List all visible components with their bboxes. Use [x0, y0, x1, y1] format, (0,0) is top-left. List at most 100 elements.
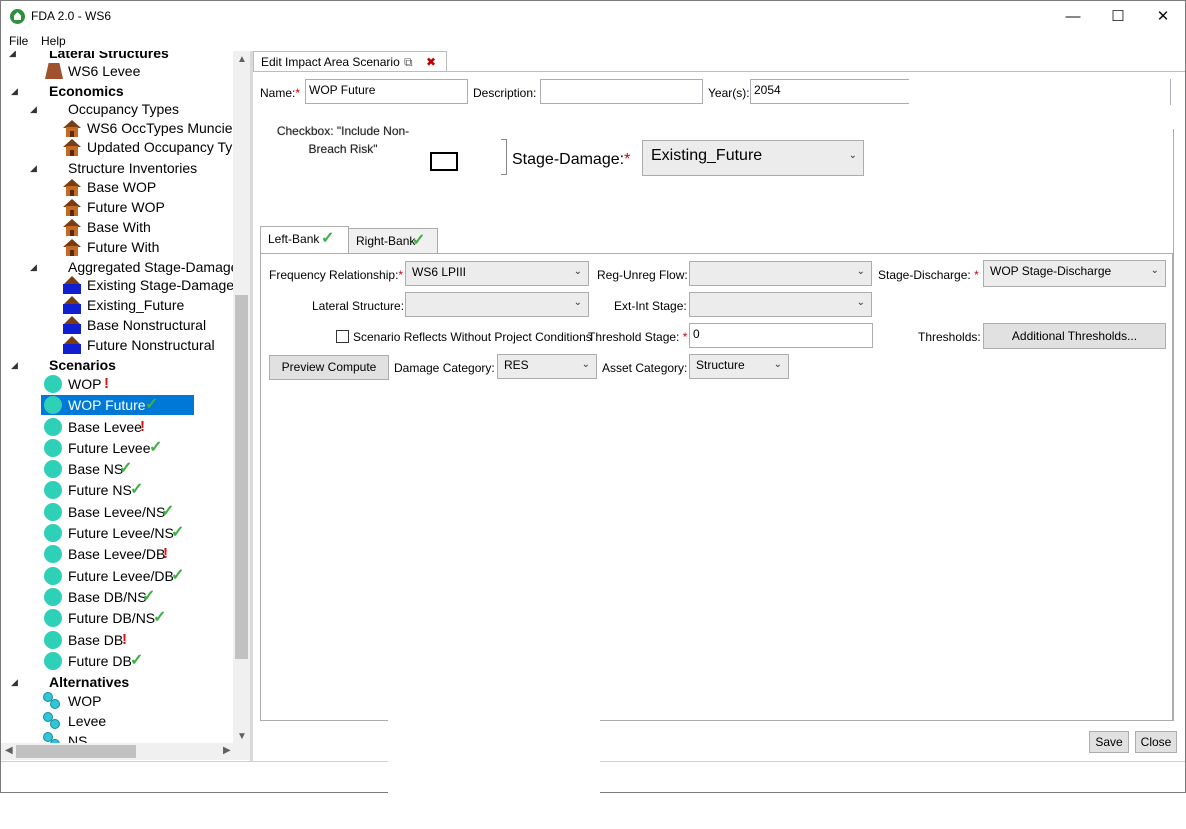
- scenario-icon: [44, 545, 62, 563]
- years-input[interactable]: 2054: [750, 79, 909, 104]
- pane-splitter[interactable]: [250, 51, 253, 761]
- menu-file[interactable]: File: [9, 34, 28, 48]
- threshold-stage-input[interactable]: 0: [689, 323, 873, 348]
- non-breach-risk-checkbox[interactable]: [430, 152, 458, 171]
- tree-item-occtype-2[interactable]: Updated Occupancy Typ: [1, 137, 240, 157]
- chevron-down-icon: ⌄: [573, 297, 582, 308]
- scroll-up-icon[interactable]: ▲: [237, 54, 247, 65]
- scroll-right-icon[interactable]: ▶: [223, 745, 231, 756]
- tree-item-occtype-1[interactable]: WS6 OccTypes MuncieC: [1, 118, 243, 138]
- preview-compute-button[interactable]: Preview Compute: [269, 355, 389, 380]
- tree-item-inventory[interactable]: Future WOP: [1, 197, 233, 217]
- popout-icon[interactable]: ⧉: [404, 52, 413, 72]
- chevron-down-icon: ⌄: [581, 359, 590, 370]
- tree-node-alternatives[interactable]: ◢ Alternatives: [1, 672, 233, 692]
- scroll-thumb[interactable]: [235, 295, 248, 659]
- tree-item-stage-damage[interactable]: Existing_Future: [1, 295, 233, 315]
- tree-item-scenario[interactable]: Future DB/NS ✓: [1, 608, 233, 628]
- tree-item-scenario[interactable]: Base DB/NS ✓: [1, 587, 233, 607]
- tree-item-inventory[interactable]: Future With: [1, 237, 233, 257]
- tree-item-ws6-levee[interactable]: WS6 Levee: [1, 61, 233, 81]
- tree-item-scenario-selected[interactable]: WOP Future ✓: [41, 395, 194, 415]
- tree-item-alternative[interactable]: WOP: [1, 691, 233, 711]
- save-button[interactable]: Save: [1089, 731, 1129, 753]
- expand-arrow-icon[interactable]: ◢: [30, 257, 37, 277]
- scenario-icon: [44, 631, 62, 649]
- tree-vertical-scrollbar[interactable]: ▲ ▼: [233, 51, 250, 746]
- tree-node-aggregated-stage-damage[interactable]: ◢ Aggregated Stage-Damage: [1, 257, 238, 277]
- levee-icon: [45, 63, 63, 79]
- stage-damage-select[interactable]: Existing_Future ⌄: [642, 140, 864, 176]
- frequency-label: Frequency Relationship:*: [269, 268, 404, 282]
- tree-item-scenario[interactable]: Future DB ✓: [1, 651, 233, 671]
- tree-item-stage-damage[interactable]: Existing Stage-Damage: [1, 275, 234, 295]
- check-icon: ✓: [171, 524, 185, 541]
- frequency-select[interactable]: WS6 LPIII ⌄: [405, 261, 589, 286]
- menu-help[interactable]: Help: [41, 34, 66, 48]
- tree-node-economics[interactable]: ◢ Economics: [1, 81, 233, 101]
- tab-right-bank[interactable]: Right-Bank ✓: [348, 228, 438, 254]
- house-icon: [63, 120, 81, 137]
- tree-item-scenario[interactable]: Base NS ✓: [1, 459, 233, 479]
- tree-item-inventory[interactable]: Base WOP: [1, 177, 233, 197]
- tab-left-bank[interactable]: Left-Bank ✓: [260, 226, 349, 254]
- tree-item-scenario[interactable]: Future Levee/DB ✓: [1, 566, 233, 586]
- editor-right-border: [1173, 129, 1174, 721]
- scenario-icon: [44, 439, 62, 457]
- tree-item-scenario[interactable]: WOP !: [1, 374, 233, 394]
- tree-item-scenario[interactable]: Future Levee ✓: [1, 438, 233, 458]
- expand-arrow-icon[interactable]: ◢: [11, 672, 18, 692]
- tree-item-scenario[interactable]: Base Levee/DB !: [1, 544, 233, 564]
- tab-edit-impact-area-scenario[interactable]: Edit Impact Area Scenario ⧉ ✖: [253, 51, 447, 72]
- damage-category-select[interactable]: RES ⌄: [497, 354, 597, 379]
- scenario-icon: [44, 567, 62, 585]
- asset-category-select[interactable]: Structure ⌄: [689, 354, 789, 379]
- threshold-stage-label: Threshold Stage: *: [588, 330, 688, 344]
- tree-item-stage-damage[interactable]: Future Nonstructural: [1, 335, 233, 355]
- tree-node-occupancy-types[interactable]: ◢ Occupancy Types: [1, 99, 233, 119]
- reg-unreg-select[interactable]: ⌄: [689, 261, 872, 286]
- chevron-down-icon: ⌄: [573, 266, 582, 277]
- expand-arrow-icon[interactable]: ◢: [30, 99, 37, 119]
- tree-item-scenario[interactable]: Base DB !: [1, 630, 233, 650]
- expand-arrow-icon[interactable]: ◢: [11, 81, 18, 101]
- lateral-structure-select[interactable]: ⌄: [405, 292, 589, 317]
- scenario-icon: [44, 418, 62, 436]
- tree-node-structure-inventories[interactable]: ◢ Structure Inventories: [1, 158, 233, 178]
- chevron-down-icon: ⌄: [1150, 265, 1159, 276]
- ext-int-select[interactable]: ⌄: [689, 292, 872, 317]
- tree-item-inventory[interactable]: Base With: [1, 217, 233, 237]
- tree-item-scenario[interactable]: Future NS ✓: [1, 480, 233, 500]
- check-icon: ✓: [161, 503, 175, 520]
- additional-thresholds-button[interactable]: Additional Thresholds...: [983, 323, 1166, 349]
- tree-item-scenario[interactable]: Base Levee !: [1, 417, 233, 437]
- description-input[interactable]: [540, 79, 703, 104]
- tree-item-stage-damage[interactable]: Base Nonstructural: [1, 315, 233, 335]
- stage-discharge-select[interactable]: WOP Stage-Discharge ⌄: [983, 260, 1166, 287]
- scroll-thumb[interactable]: [16, 745, 136, 758]
- chevron-down-icon: ⌄: [856, 297, 865, 308]
- tree-item-alternative[interactable]: Levee: [1, 711, 233, 731]
- description-label: Description:: [473, 86, 537, 100]
- maximize-button[interactable]: ☐: [1095, 1, 1141, 32]
- expand-arrow-icon[interactable]: ◢: [30, 158, 37, 178]
- close-button[interactable]: Close: [1135, 731, 1177, 753]
- close-tab-icon[interactable]: ✖: [426, 52, 436, 72]
- expand-arrow-icon[interactable]: ◢: [11, 355, 18, 375]
- stage-damage-icon: [63, 316, 81, 334]
- scroll-down-icon[interactable]: ▼: [237, 731, 247, 742]
- scenario-icon: [44, 460, 62, 478]
- name-input[interactable]: WOP Future: [305, 79, 468, 104]
- without-project-checkbox[interactable]: [336, 330, 349, 343]
- tree-horizontal-scrollbar[interactable]: ◀ ▶: [1, 743, 250, 760]
- stage-damage-label: Stage-Damage:*: [512, 151, 631, 168]
- tree-item-scenario[interactable]: Future Levee/NS ✓: [1, 523, 233, 543]
- scroll-left-icon[interactable]: ◀: [5, 745, 13, 756]
- close-window-button[interactable]: ✕: [1140, 1, 1185, 32]
- alternative-icon: [43, 712, 63, 730]
- window-title: FDA 2.0 - WS6: [31, 9, 112, 23]
- tree-item-scenario[interactable]: Base Levee/NS ✓: [1, 502, 233, 522]
- tree-node-scenarios[interactable]: ◢ Scenarios: [1, 355, 233, 375]
- minimize-button[interactable]: —: [1050, 1, 1096, 32]
- error-icon: !: [163, 545, 168, 562]
